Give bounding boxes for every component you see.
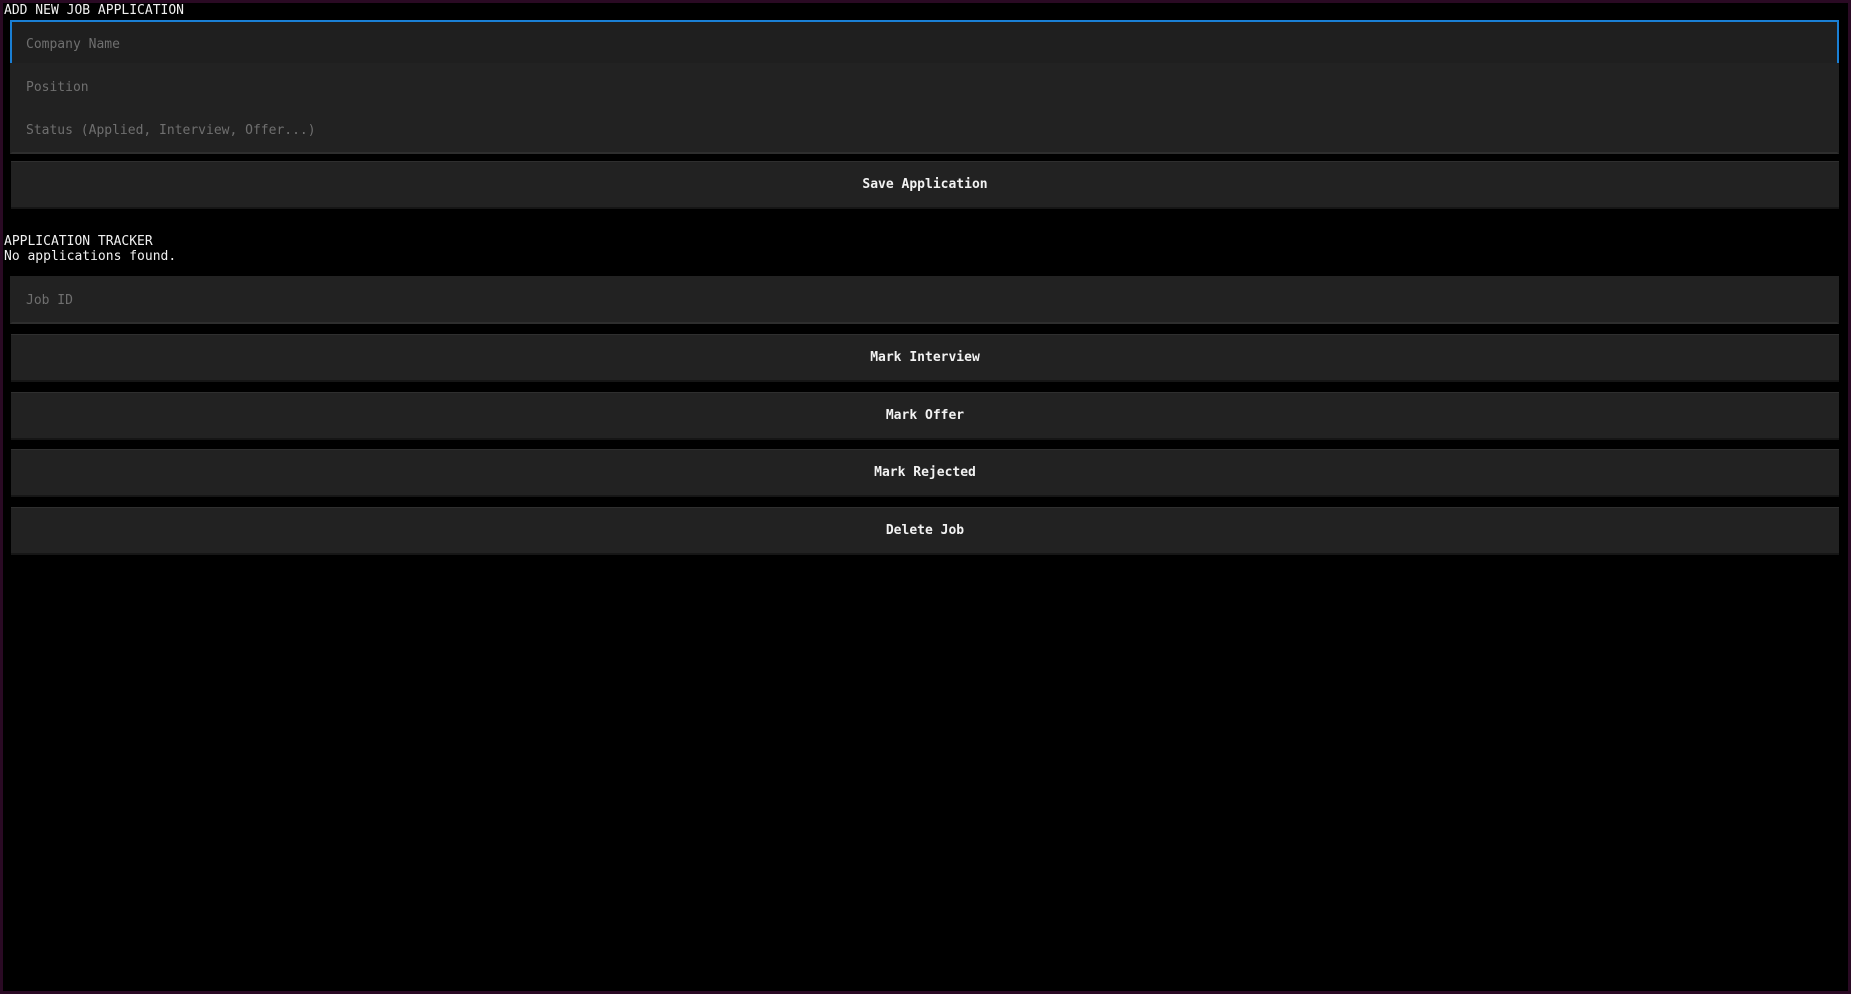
tracker-title: APPLICATION TRACKER	[4, 234, 153, 249]
job-id-field[interactable]	[10, 276, 1839, 324]
app-window: ADD NEW JOB APPLICATION Save Application…	[3, 3, 1848, 991]
job-id-input[interactable]	[12, 278, 1837, 322]
mark-rejected-button[interactable]: Mark Rejected	[11, 449, 1839, 497]
status-input[interactable]	[12, 108, 1837, 152]
mark-offer-button[interactable]: Mark Offer	[11, 392, 1839, 440]
empty-message: No applications found.	[4, 249, 177, 264]
status-field[interactable]	[10, 106, 1839, 154]
add-form-title: ADD NEW JOB APPLICATION	[4, 3, 185, 18]
mark-interview-button[interactable]: Mark Interview	[11, 334, 1839, 382]
company-name-field[interactable]	[10, 20, 1839, 68]
save-application-button[interactable]: Save Application	[11, 161, 1839, 209]
position-field[interactable]	[10, 63, 1839, 111]
position-input[interactable]	[12, 65, 1837, 109]
company-name-input[interactable]	[12, 22, 1837, 66]
delete-job-button[interactable]: Delete Job	[11, 507, 1839, 555]
